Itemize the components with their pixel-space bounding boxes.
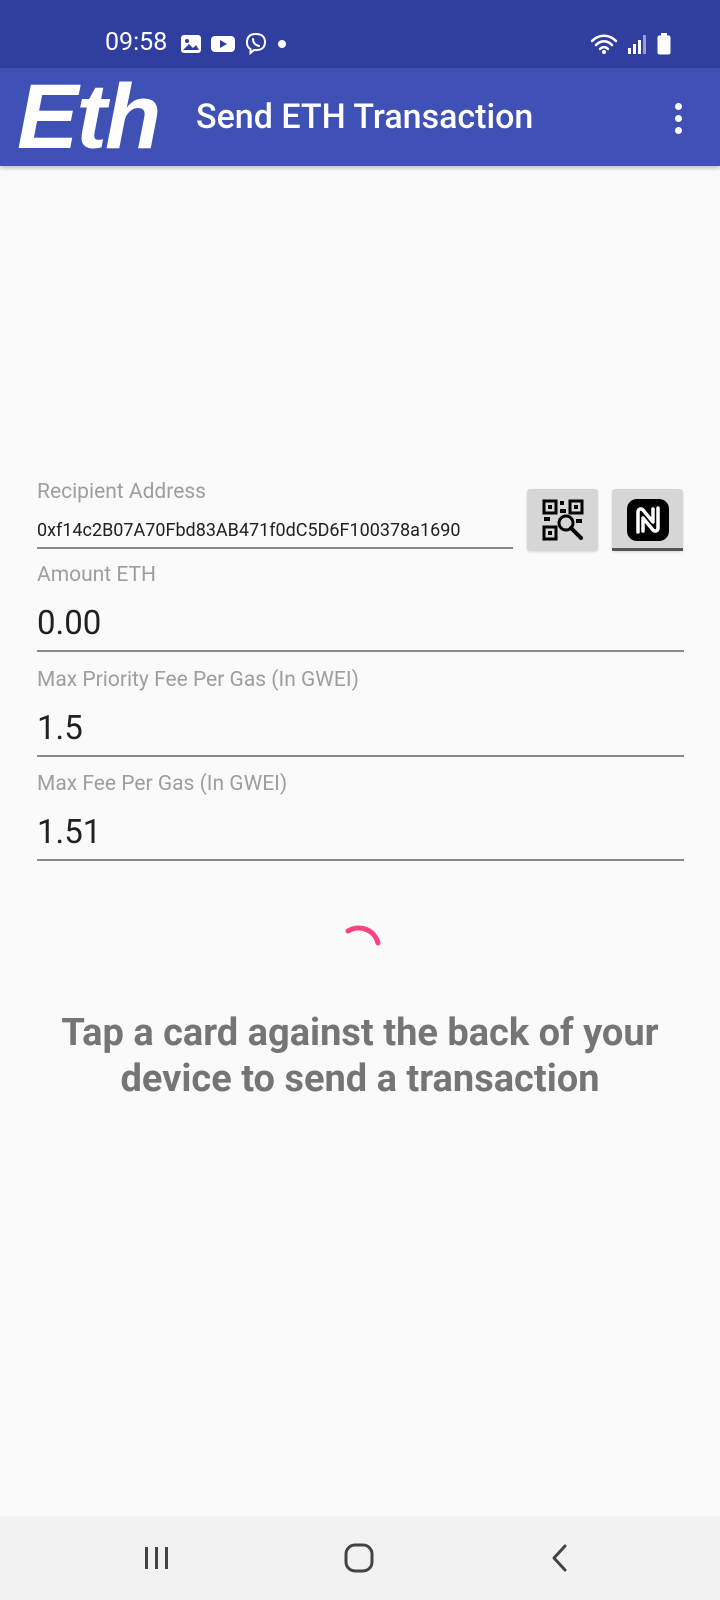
app-title: Send ETH Transaction: [196, 97, 534, 137]
amount-eth-input[interactable]: 0.00: [37, 604, 101, 644]
max-fee-underline: [37, 859, 684, 861]
status-icons-right: [590, 30, 672, 58]
viber-icon: [245, 32, 267, 56]
max-fee-label: Max Fee Per Gas (In GWEI): [37, 772, 288, 796]
signal-icon: [628, 35, 646, 54]
youtube-icon: [211, 36, 235, 52]
back-button[interactable]: [530, 1530, 590, 1586]
max-fee-input[interactable]: 1.51: [37, 813, 101, 853]
nfc-button[interactable]: [612, 489, 683, 551]
navigation-bar: [0, 1516, 720, 1600]
status-icons-left: [180, 30, 288, 58]
amount-eth-underline: [37, 650, 684, 652]
max-priority-fee-label: Max Priority Fee Per Gas (In GWEI): [37, 668, 359, 692]
app-logo: Eth: [17, 66, 161, 168]
loading-spinner-icon: [345, 925, 381, 946]
qr-scan-icon: [542, 499, 583, 541]
status-time: 09:58: [105, 28, 168, 57]
overflow-menu-icon[interactable]: [660, 98, 696, 138]
notification-dot-icon: [278, 40, 286, 48]
nfc-button-underline: [612, 548, 683, 551]
status-bar: 09:58: [0, 0, 720, 68]
recipient-address-label: Recipient Address: [37, 480, 207, 504]
tap-card-prompt: Tap a card against the back of your devi…: [61, 1011, 659, 1101]
wifi-icon: [590, 34, 618, 54]
amount-eth-label: Amount ETH: [37, 563, 156, 587]
gallery-icon: [181, 35, 201, 53]
recipient-address-underline: [37, 547, 513, 549]
max-priority-fee-underline: [37, 755, 684, 757]
recents-icon: [145, 1547, 168, 1569]
app-bar: Eth Send ETH Transaction: [0, 68, 720, 166]
max-priority-fee-input[interactable]: 1.5: [37, 709, 83, 749]
battery-icon: [657, 33, 671, 55]
home-button[interactable]: [329, 1530, 389, 1586]
back-icon: [552, 1544, 567, 1572]
recipient-address-input[interactable]: 0xf14c2B07A70Fbd83AB471f0dC5D6F100378a16…: [37, 519, 460, 543]
qr-scan-button[interactable]: [527, 489, 598, 551]
home-icon: [344, 1543, 374, 1573]
recents-button[interactable]: [127, 1530, 187, 1586]
nfc-icon: [626, 499, 669, 541]
